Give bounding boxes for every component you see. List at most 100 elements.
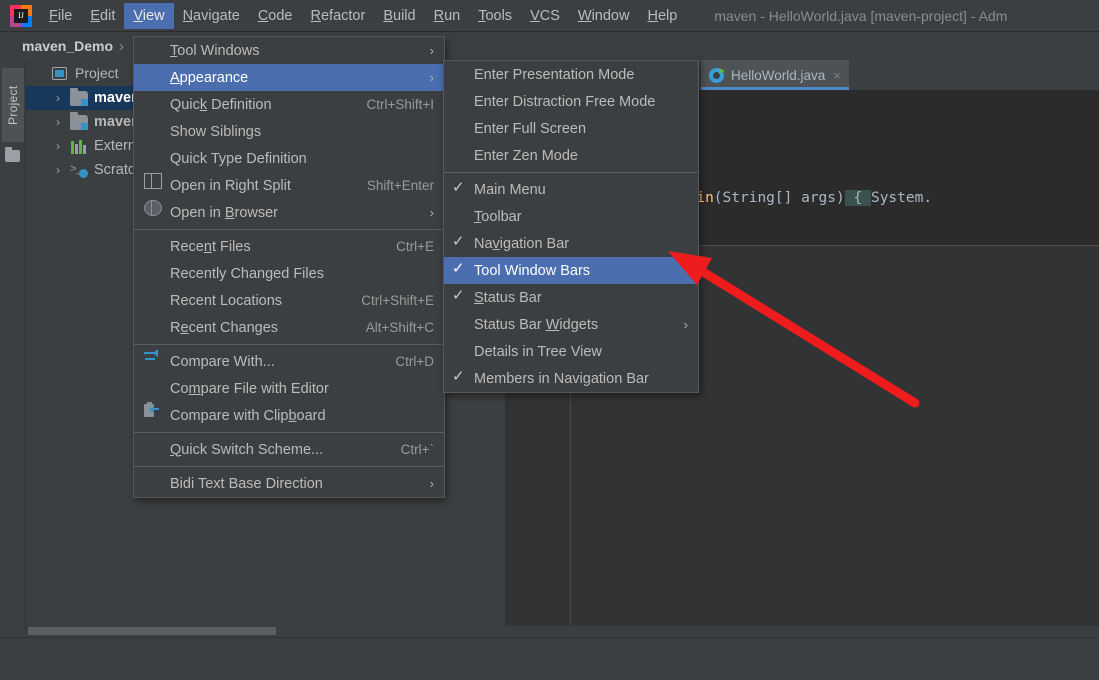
- chevron-right-icon: ›: [683, 317, 688, 332]
- tool-window-button-project[interactable]: Project: [2, 68, 24, 142]
- menu-item-compare-file-with-editor[interactable]: Compare File with Editor: [134, 375, 444, 402]
- menu-item-details-in-tree-view[interactable]: Details in Tree View: [444, 338, 698, 365]
- project-panel-title: Project: [75, 65, 119, 81]
- menu-item-bidi-text-base-direction[interactable]: Bidi Text Base Direction ›: [134, 470, 444, 497]
- menu-separator: [134, 344, 444, 345]
- menu-item-enter-presentation-mode[interactable]: Enter Presentation Mode: [444, 61, 698, 88]
- chevron-right-icon: ›: [429, 476, 434, 491]
- menu-item-main-menu[interactable]: ✓ Main Menu: [444, 176, 698, 203]
- check-icon: ✓: [452, 368, 465, 385]
- menu-item-toolbar[interactable]: Toolbar: [444, 203, 698, 230]
- menu-separator: [134, 229, 444, 230]
- menu-accelerator: Alt+Shift+C: [365, 320, 434, 335]
- menu-run[interactable]: Run: [425, 3, 470, 29]
- menu-help[interactable]: Help: [638, 3, 686, 29]
- menu-label: Main Menu: [474, 181, 546, 198]
- menu-window[interactable]: Window: [569, 3, 639, 29]
- split-editor-icon: [144, 173, 162, 189]
- menu-item-enter-distraction-free-mode[interactable]: Enter Distraction Free Mode: [444, 88, 698, 115]
- menu-label: Tool Window Bars: [474, 262, 591, 279]
- intellij-idea-logo-icon: IJ: [10, 4, 32, 27]
- menu-view[interactable]: View: [124, 2, 174, 29]
- module-folder-icon: [70, 111, 88, 130]
- menu-separator: [134, 432, 444, 433]
- menu-build[interactable]: Build: [374, 3, 424, 29]
- scratches-icon: >_: [70, 163, 88, 178]
- menu-item-navigation-bar[interactable]: ✓ Navigation Bar: [444, 230, 698, 257]
- chevron-right-icon[interactable]: ›: [56, 139, 70, 153]
- menu-bar: IJ File Edit View Navigate Code Refactor…: [0, 0, 1099, 32]
- menu-file[interactable]: File: [40, 3, 81, 29]
- menu-item-enter-full-screen[interactable]: Enter Full Screen: [444, 115, 698, 142]
- menu-item-tool-windows[interactable]: Tool Windows ›: [134, 37, 444, 64]
- menu-item-appearance[interactable]: Appearance ›: [134, 64, 444, 91]
- globe-icon: [144, 200, 162, 216]
- chevron-right-icon: ›: [429, 70, 434, 85]
- breadcrumb-project[interactable]: maven_Demo: [22, 38, 113, 54]
- menu-refactor[interactable]: Refactor: [302, 3, 375, 29]
- menu-label: Open in Right Split: [170, 177, 291, 194]
- menu-label: Compare With...: [170, 353, 275, 370]
- menu-item-quick-definition[interactable]: Quick Definition Ctrl+Shift+I: [134, 91, 444, 118]
- project-panel-hscroll-thumb[interactable]: [28, 627, 276, 635]
- check-icon: ✓: [452, 287, 465, 304]
- menu-label: Members in Navigation Bar: [474, 370, 649, 387]
- menu-item-compare-with[interactable]: Compare With... Ctrl+D: [134, 348, 444, 375]
- menu-separator: [134, 466, 444, 467]
- menu-item-open-in-right-split[interactable]: Open in Right Split Shift+Enter: [134, 172, 444, 199]
- menu-item-recently-changed-files[interactable]: Recently Changed Files: [134, 260, 444, 287]
- chevron-right-icon[interactable]: ›: [56, 91, 70, 105]
- run-tool-window-header: Run: HelloWorld ×: [0, 637, 1099, 680]
- menu-item-quick-type-definition[interactable]: Quick Type Definition: [134, 145, 444, 172]
- menu-accelerator: Ctrl+Shift+I: [366, 97, 434, 112]
- menu-code[interactable]: Code: [249, 3, 302, 29]
- close-icon[interactable]: ×: [833, 68, 841, 83]
- compare-clipboard-icon: [144, 402, 162, 419]
- menu-item-show-siblings[interactable]: Show Siblings: [134, 118, 444, 145]
- menu-item-recent-changes[interactable]: Recent Changes Alt+Shift+C: [134, 314, 444, 341]
- chevron-right-icon: ›: [429, 205, 434, 220]
- window-title: maven - HelloWorld.java [maven-project] …: [714, 7, 1008, 24]
- menu-vcs[interactable]: VCS: [521, 3, 569, 29]
- menu-label: Quick Type Definition: [170, 150, 307, 167]
- editor-tab-helloworldjava[interactable]: HelloWorld.java ×: [701, 60, 849, 90]
- menu-item-tool-window-bars[interactable]: ✓ Tool Window Bars: [444, 257, 698, 284]
- menu-item-members-in-navigation-bar[interactable]: ✓ Members in Navigation Bar: [444, 365, 698, 392]
- check-icon: ✓: [452, 260, 465, 277]
- menu-label: Recently Changed Files: [170, 265, 324, 282]
- tool-window-stripe-left: Project: [0, 60, 26, 632]
- check-icon: ✓: [452, 233, 465, 250]
- menu-item-open-in-browser[interactable]: Open in Browser ›: [134, 199, 444, 226]
- menu-tools[interactable]: Tools: [469, 3, 521, 29]
- check-icon: ✓: [452, 179, 465, 196]
- menu-accelerator: Ctrl+Shift+E: [361, 293, 434, 308]
- chevron-right-icon[interactable]: ›: [56, 163, 70, 177]
- folder-icon[interactable]: [5, 147, 20, 162]
- chevron-right-icon[interactable]: ›: [56, 115, 70, 129]
- menu-item-recent-locations[interactable]: Recent Locations Ctrl+Shift+E: [134, 287, 444, 314]
- module-folder-icon: [70, 87, 88, 106]
- menu-label: Show Siblings: [170, 123, 262, 140]
- menu-item-status-bar-widgets[interactable]: Status Bar Widgets ›: [444, 311, 698, 338]
- menu-accelerator: Ctrl+`: [400, 442, 434, 457]
- menu-item-quick-switch-scheme[interactable]: Quick Switch Scheme... Ctrl+`: [134, 436, 444, 463]
- menu-item-recent-files[interactable]: Recent Files Ctrl+E: [134, 233, 444, 260]
- menu-label: Recent Locations: [170, 292, 283, 309]
- library-icon: [70, 139, 88, 154]
- menu-accelerator: Ctrl+D: [395, 354, 434, 369]
- menu-label: Enter Full Screen: [474, 120, 587, 137]
- menu-label: Enter Distraction Free Mode: [474, 93, 656, 110]
- menu-accelerator: Ctrl+E: [396, 239, 434, 254]
- compare-icon: [144, 349, 162, 366]
- menu-accelerator: Shift+Enter: [366, 178, 434, 193]
- view-menu-popup: Tool Windows › Appearance › Quick Defini…: [133, 36, 445, 498]
- menu-navigate[interactable]: Navigate: [174, 3, 249, 29]
- menu-label: Details in Tree View: [474, 343, 602, 360]
- menu-edit[interactable]: Edit: [81, 3, 124, 29]
- menu-item-compare-with-clipboard[interactable]: Compare with Clipboard: [134, 402, 444, 429]
- appearance-submenu-popup: Enter Presentation Mode Enter Distractio…: [443, 60, 699, 393]
- menu-item-enter-zen-mode[interactable]: Enter Zen Mode: [444, 142, 698, 169]
- menu-label: Bidi Text Base Direction: [170, 475, 323, 492]
- menu-item-status-bar[interactable]: ✓ Status Bar: [444, 284, 698, 311]
- menu-separator: [444, 172, 698, 173]
